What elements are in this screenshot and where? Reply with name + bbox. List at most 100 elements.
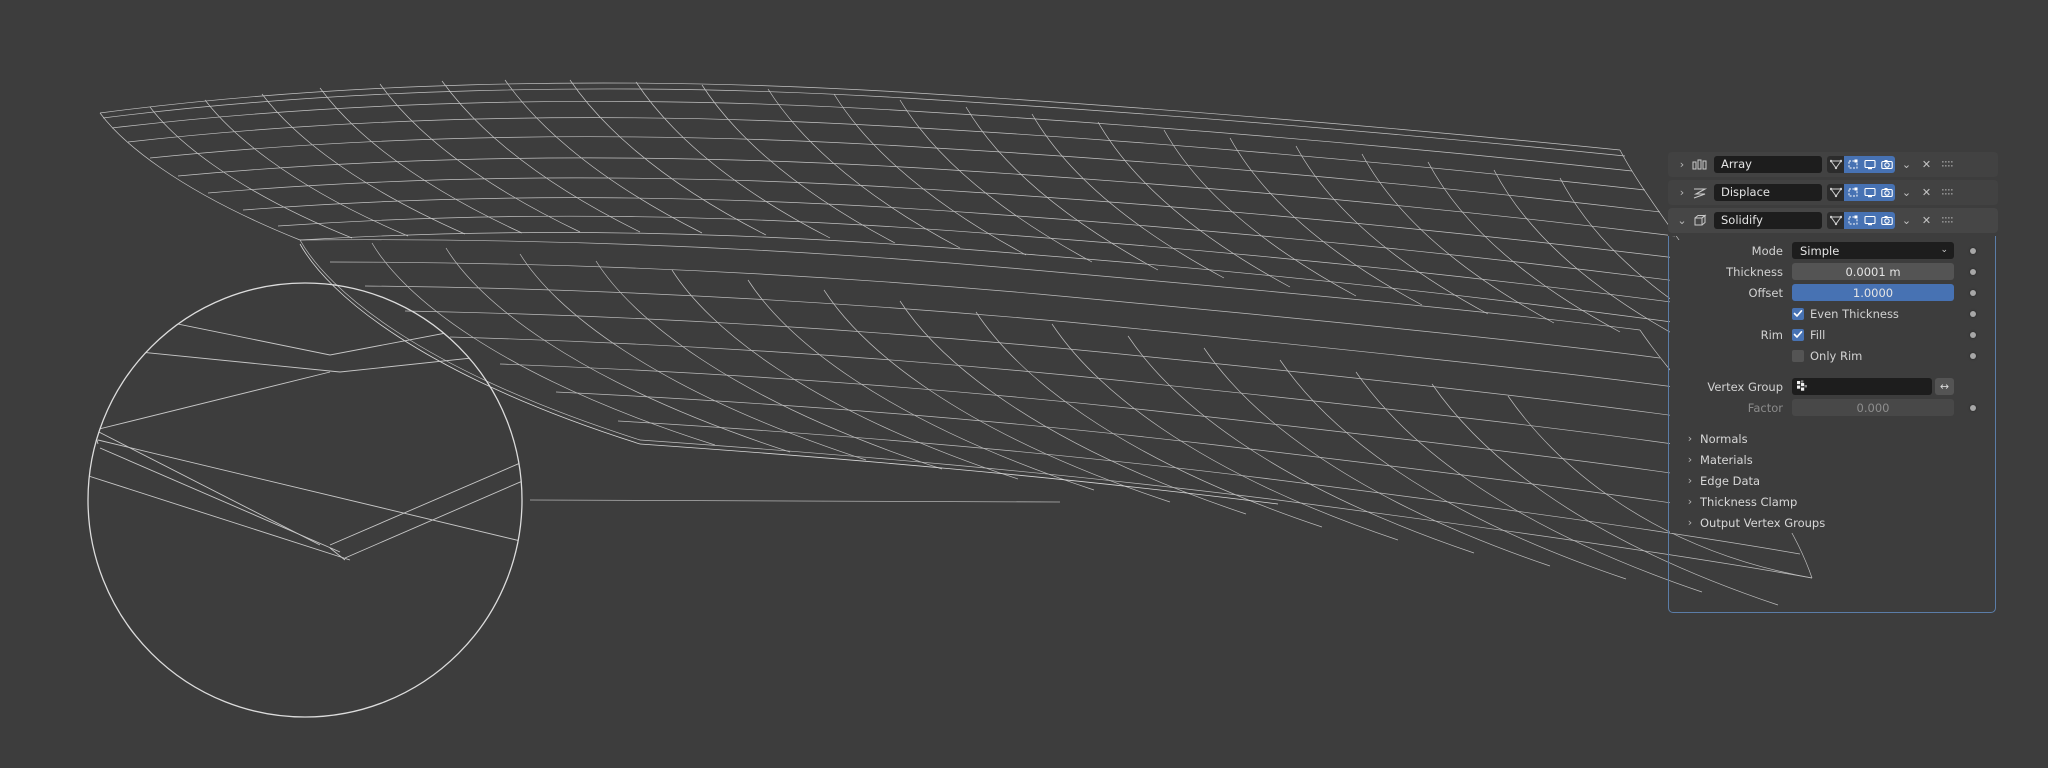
modifier-header-solidify[interactable]: ⌄ Solidify ⌄ ✕ xyxy=(1668,208,1998,233)
offset-row[interactable]: Offset 1.0000 xyxy=(1670,282,1994,303)
collapse-solidify-icon[interactable]: ⌄ xyxy=(1674,215,1690,226)
subpanel-normals-label: Normals xyxy=(1700,431,1748,446)
mesh-upper-sheet xyxy=(99,79,1753,351)
subpanel-materials[interactable]: › Materials xyxy=(1670,449,1994,470)
only-rim-label: Only Rim xyxy=(1810,348,1863,363)
even-thickness-row[interactable]: Even Thickness xyxy=(1670,303,1994,324)
animate-decorator-offset[interactable] xyxy=(1970,289,1976,296)
drag-handle-displace[interactable] xyxy=(1942,185,1955,200)
modifier-name-solidify[interactable]: Solidify xyxy=(1714,212,1822,229)
vertex-group-row[interactable]: Vertex Group ↔ xyxy=(1670,376,1994,397)
expand-displace-icon[interactable]: › xyxy=(1674,187,1690,198)
magnifier-contents xyxy=(88,299,522,561)
drag-handle-array[interactable] xyxy=(1942,157,1955,172)
mesh-lower-sheet xyxy=(299,239,1813,606)
modifier-header-displace[interactable]: › Displace ⌄ ✕ xyxy=(1668,180,1998,205)
mode-dropdown[interactable]: Simple ⌄ xyxy=(1792,242,1954,259)
rim-label: Rim xyxy=(1760,327,1783,342)
thickness-label: Thickness xyxy=(1726,264,1783,279)
drag-handle-solidify[interactable] xyxy=(1942,213,1955,228)
mode-label: Mode xyxy=(1751,243,1783,258)
subpanel-normals[interactable]: › Normals xyxy=(1670,428,1994,449)
solidify-settings[interactable]: Mode Simple ⌄ Thickness 0.0001 m Offset … xyxy=(1670,240,1994,533)
subpanel-materials-label: Materials xyxy=(1700,452,1753,467)
realtime-toggle-displace[interactable] xyxy=(1861,184,1878,201)
rim-fill-checkbox-group[interactable]: Fill xyxy=(1792,326,1954,343)
edit-mode-toggle-array[interactable] xyxy=(1827,156,1844,173)
modifier-toggles-solidify[interactable] xyxy=(1827,212,1895,229)
animate-decorator-thickness[interactable] xyxy=(1970,268,1976,275)
vertex-group-icon xyxy=(1797,380,1807,391)
vertex-group-invert-button[interactable]: ↔ xyxy=(1935,378,1954,395)
modifier-name-displace[interactable]: Displace xyxy=(1714,184,1822,201)
animate-decorator-mode[interactable] xyxy=(1970,247,1976,254)
mode-value: Simple xyxy=(1800,243,1840,258)
vertex-group-input[interactable] xyxy=(1792,378,1932,395)
extras-dropdown-solidify[interactable]: ⌄ xyxy=(1898,212,1915,229)
chevron-down-icon: ⌄ xyxy=(1940,245,1948,255)
edit-mode-toggle-solidify[interactable] xyxy=(1827,212,1844,229)
subpanel-thickness-clamp-label: Thickness Clamp xyxy=(1700,494,1798,509)
render-toggle-displace[interactable] xyxy=(1878,184,1895,201)
mode-row[interactable]: Mode Simple ⌄ xyxy=(1670,240,1994,261)
realtime-toggle-solidify[interactable] xyxy=(1861,212,1878,229)
even-thickness-label: Even Thickness xyxy=(1810,306,1899,321)
modifier-name-array[interactable]: Array xyxy=(1714,156,1822,173)
displace-icon xyxy=(1690,184,1710,202)
close-icon-array[interactable]: ✕ xyxy=(1918,156,1935,173)
on-cage-toggle-solidify[interactable] xyxy=(1844,212,1861,229)
render-toggle-array[interactable] xyxy=(1878,156,1895,173)
extras-dropdown-array[interactable]: ⌄ xyxy=(1898,156,1915,173)
modifier-properties-panel[interactable]: › Array ⌄ ✕ › Displace ⌄ ✕ ⌄ Solidify ⌄ … xyxy=(1668,152,1998,236)
vertex-group-label: Vertex Group xyxy=(1707,379,1783,394)
on-cage-toggle-displace[interactable] xyxy=(1844,184,1861,201)
even-thickness-checkbox-group[interactable]: Even Thickness xyxy=(1792,305,1954,322)
thickness-row[interactable]: Thickness 0.0001 m xyxy=(1670,261,1994,282)
subpanel-output-vertex-groups[interactable]: › Output Vertex Groups xyxy=(1670,512,1994,533)
magnifier-circle xyxy=(87,282,523,718)
modifier-header-array[interactable]: › Array ⌄ ✕ xyxy=(1668,152,1998,177)
edit-mode-toggle-displace[interactable] xyxy=(1827,184,1844,201)
expand-materials-icon[interactable]: › xyxy=(1682,453,1698,466)
subpanel-thickness-clamp[interactable]: › Thickness Clamp xyxy=(1670,491,1994,512)
rim-fill-row[interactable]: Rim Fill xyxy=(1670,324,1994,345)
expand-normals-icon[interactable]: › xyxy=(1682,432,1698,445)
close-icon-displace[interactable]: ✕ xyxy=(1918,184,1935,201)
animate-decorator-only-rim[interactable] xyxy=(1970,352,1976,359)
expand-array-icon[interactable]: › xyxy=(1674,159,1690,170)
thickness-input[interactable]: 0.0001 m xyxy=(1792,263,1954,280)
subpanel-output-vertex-groups-label: Output Vertex Groups xyxy=(1700,515,1826,530)
animate-decorator-factor[interactable] xyxy=(1970,404,1976,411)
even-thickness-checkbox[interactable] xyxy=(1792,307,1804,320)
mesh-solidify-edge xyxy=(299,243,1279,505)
only-rim-checkbox[interactable] xyxy=(1792,349,1804,362)
expand-thickness-clamp-icon[interactable]: › xyxy=(1682,495,1698,508)
callout-connector-line xyxy=(529,499,1061,503)
expand-edge-data-icon[interactable]: › xyxy=(1682,474,1698,487)
modifier-toggles-displace[interactable] xyxy=(1827,184,1895,201)
factor-input: 0.000 xyxy=(1792,399,1954,416)
rim-fill-label: Fill xyxy=(1810,327,1826,342)
subpanel-edge-data[interactable]: › Edge Data xyxy=(1670,470,1994,491)
extras-dropdown-displace[interactable]: ⌄ xyxy=(1898,184,1915,201)
render-toggle-solidify[interactable] xyxy=(1878,212,1895,229)
array-icon xyxy=(1690,156,1710,174)
expand-output-vertex-groups-icon[interactable]: › xyxy=(1682,516,1698,529)
factor-label: Factor xyxy=(1747,400,1783,415)
close-icon-solidify[interactable]: ✕ xyxy=(1918,212,1935,229)
offset-slider[interactable]: 1.0000 xyxy=(1792,284,1954,301)
solidify-icon xyxy=(1690,212,1710,230)
realtime-toggle-array[interactable] xyxy=(1861,156,1878,173)
only-rim-checkbox-group[interactable]: Only Rim xyxy=(1792,347,1954,364)
factor-row: Factor 0.000 xyxy=(1670,397,1994,418)
animate-decorator-even-thickness[interactable] xyxy=(1970,310,1976,317)
offset-label: Offset xyxy=(1748,285,1783,300)
subpanel-edge-data-label: Edge Data xyxy=(1700,473,1761,488)
rim-fill-checkbox[interactable] xyxy=(1792,328,1804,341)
only-rim-row[interactable]: Only Rim xyxy=(1670,345,1994,366)
animate-decorator-rim[interactable] xyxy=(1970,331,1976,338)
modifier-toggles-array[interactable] xyxy=(1827,156,1895,173)
on-cage-toggle-array[interactable] xyxy=(1844,156,1861,173)
